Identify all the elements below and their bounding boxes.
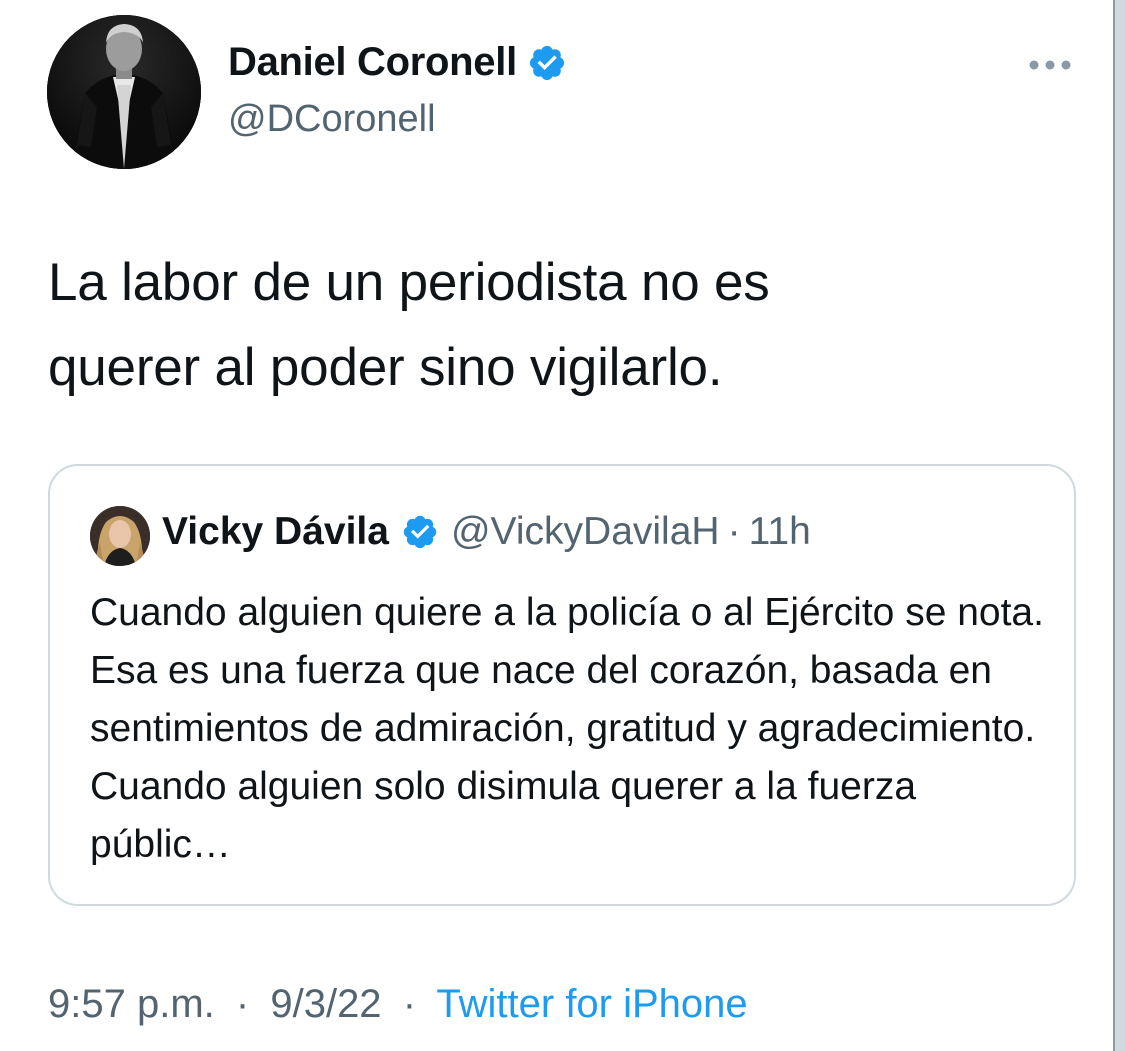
meta-separator: · (402, 982, 417, 1026)
author-avatar[interactable] (47, 15, 201, 169)
more-options-button[interactable] (1028, 50, 1072, 80)
tweet-time[interactable]: 9:57 p.m. (48, 982, 215, 1026)
window-edge-scrollbar[interactable] (1113, 0, 1125, 1051)
quoted-author-name[interactable]: Vicky Dávila (162, 510, 389, 554)
more-horizontal-icon (1029, 60, 1071, 70)
author-handle[interactable]: @DCoronell (228, 98, 436, 141)
quoted-tweet-text: Cuando alguien quiere a la policía o al … (90, 591, 1044, 866)
quoted-author-avatar[interactable] (90, 506, 150, 566)
tweet-meta: 9:57 p.m. · 9/3/22 · Twitter for iPhone (48, 982, 748, 1027)
tweet-page: Daniel Coronell @DCoronell La labor de u… (0, 0, 1125, 1051)
meta-separator: · (235, 982, 250, 1026)
quoted-tweet-card[interactable]: Vicky Dávila @VickyDavilaH · 11h Cuando … (48, 464, 1076, 906)
quoted-author-avatar-image (90, 506, 150, 566)
quoted-timestamp[interactable]: 11h (749, 510, 811, 554)
author-name-row[interactable]: Daniel Coronell (228, 40, 567, 85)
author-avatar-image (47, 15, 201, 169)
quoted-author-handle[interactable]: @VickyDavilaH (451, 510, 720, 554)
tweet-text: La labor de un periodista no es querer a… (48, 253, 770, 397)
verified-badge-icon (403, 515, 437, 549)
quoted-tweet-header: Vicky Dávila @VickyDavilaH · 11h (162, 510, 811, 554)
quoted-separator: · (727, 510, 741, 553)
verified-badge-icon (529, 45, 564, 80)
tweet-date[interactable]: 9/3/22 (270, 982, 381, 1026)
tweet-source-link[interactable]: Twitter for iPhone (436, 982, 747, 1026)
author-display-name[interactable]: Daniel Coronell (228, 40, 517, 85)
